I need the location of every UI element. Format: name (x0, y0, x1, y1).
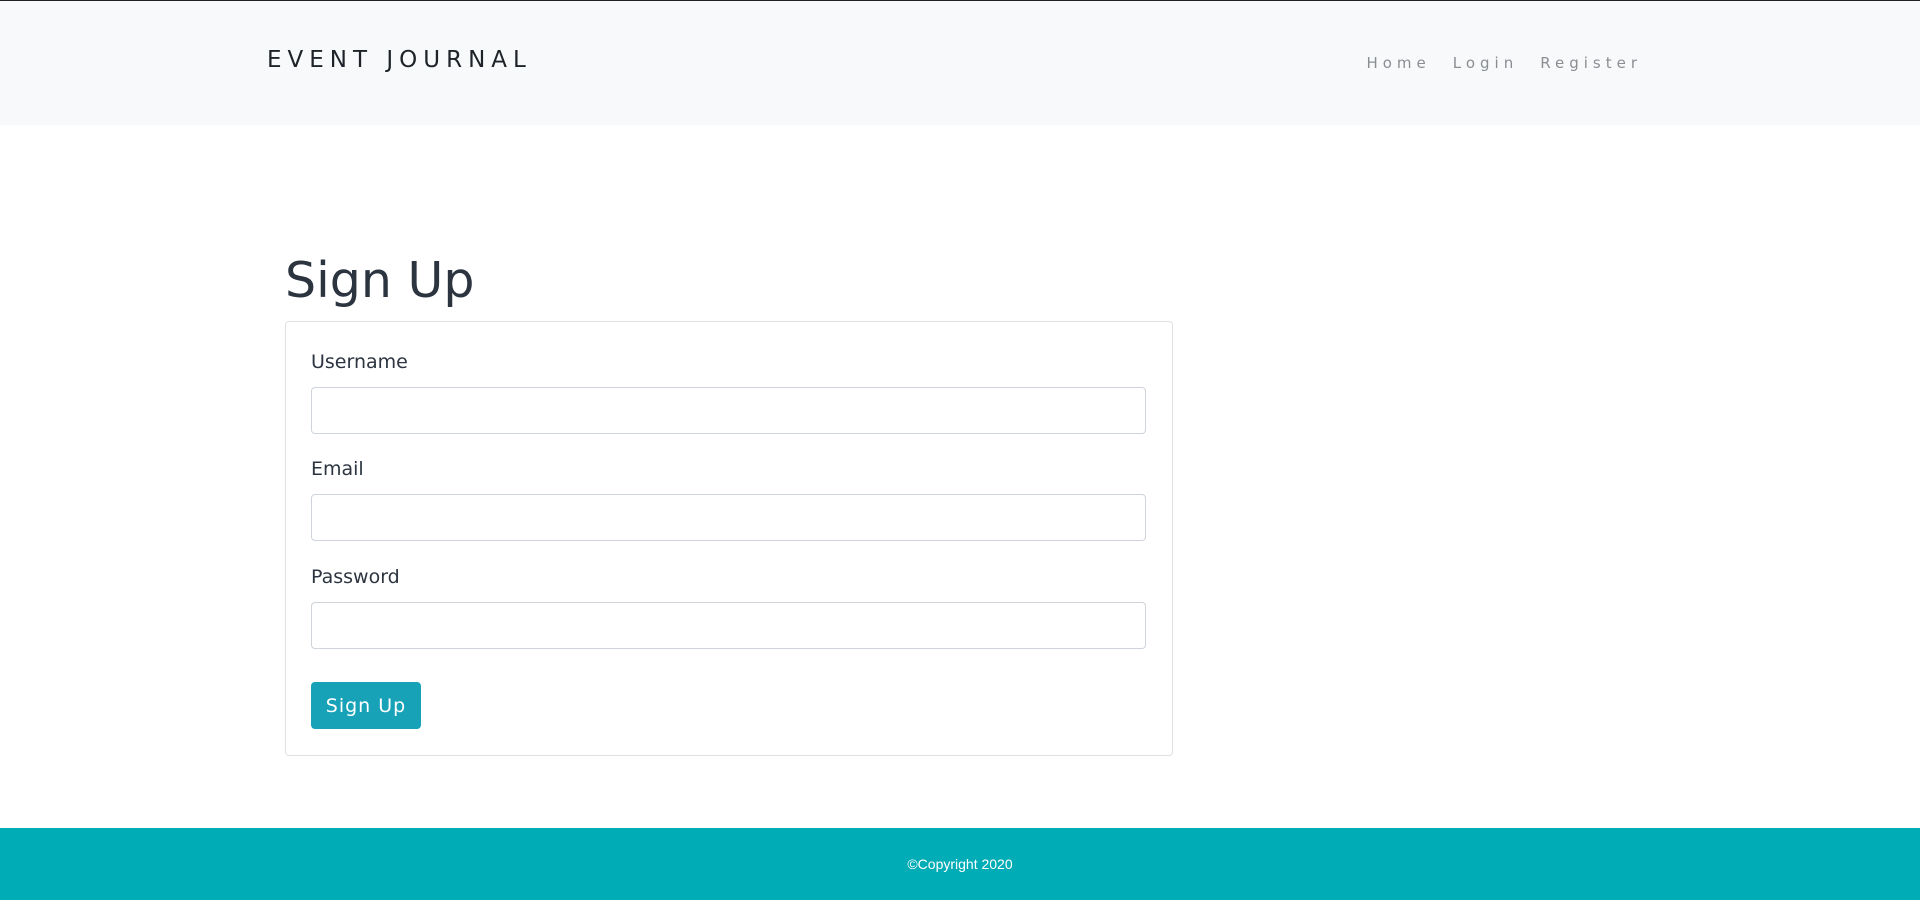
navbar: EVENT JOURNAL Home Login Register (0, 0, 1920, 125)
username-field[interactable] (311, 387, 1146, 434)
brand-logo[interactable]: EVENT JOURNAL (267, 47, 532, 73)
signup-form-card: Username Email Password Sign Up (285, 321, 1173, 756)
username-label: Username (311, 351, 408, 373)
footer: ©Copyright 2020 (0, 828, 1920, 900)
nav-link-login[interactable]: Login (1453, 54, 1518, 72)
nav-links: Home Login Register (1366, 54, 1642, 72)
nav-link-register[interactable]: Register (1540, 54, 1642, 72)
sign-up-button[interactable]: Sign Up (311, 682, 421, 729)
nav-link-home[interactable]: Home (1366, 54, 1430, 72)
password-label: Password (311, 566, 400, 588)
page-title: Sign Up (285, 252, 475, 309)
copyright-text: ©Copyright 2020 (907, 856, 1013, 872)
email-label: Email (311, 458, 364, 480)
password-field[interactable] (311, 602, 1146, 649)
email-field[interactable] (311, 494, 1146, 541)
